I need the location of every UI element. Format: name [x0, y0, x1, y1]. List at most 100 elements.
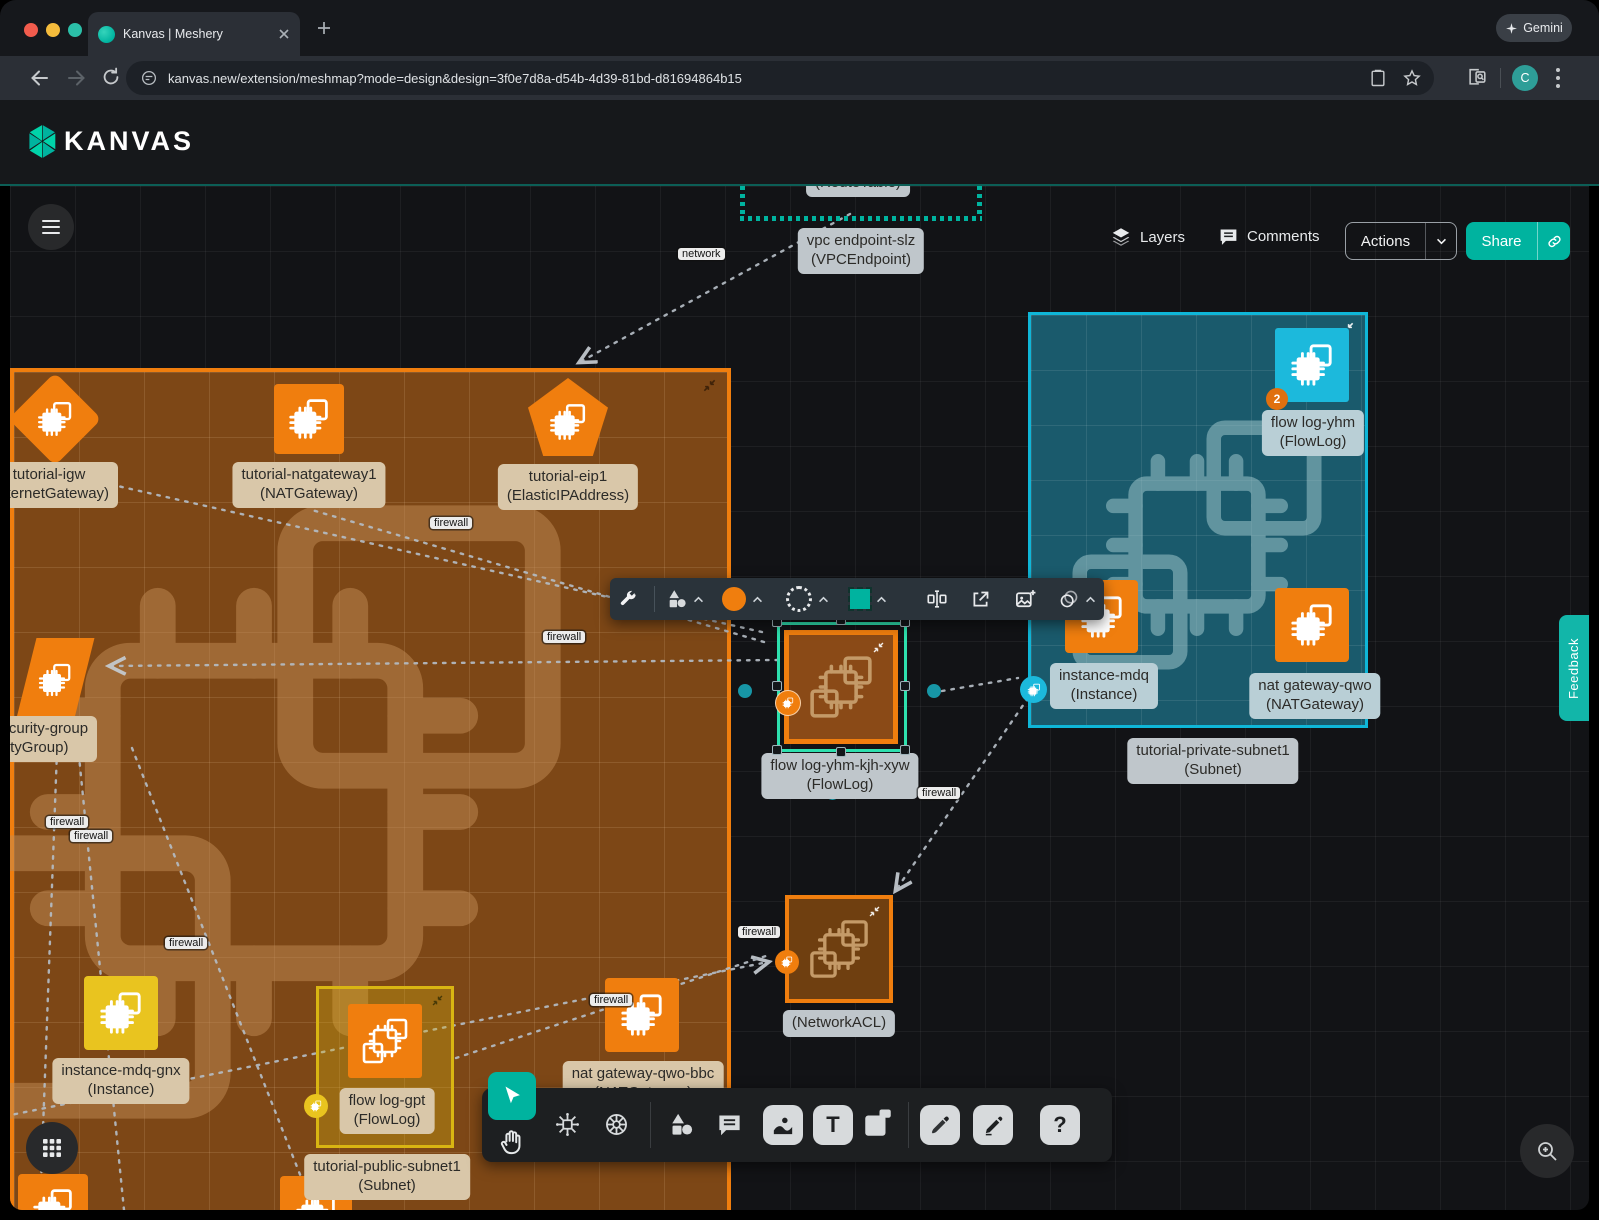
flowlog-gpt-badge-icon[interactable] — [304, 1094, 328, 1118]
help-button[interactable]: ? — [1040, 1105, 1080, 1145]
node-flowlog-selected[interactable] — [784, 630, 898, 744]
node-flowlog-gpt[interactable] — [348, 1004, 422, 1078]
canvas-menu-button[interactable] — [28, 204, 74, 250]
save-clipboard-icon[interactable] — [1368, 68, 1388, 88]
media-tool-button[interactable] — [763, 1105, 803, 1145]
node-label-instance-gnx[interactable]: instance-mdq-gnx(Instance) — [52, 1058, 189, 1104]
zoom-search-button[interactable] — [1520, 1124, 1574, 1178]
node-label-flowlog-gpt[interactable]: flow log-gpt(FlowLog) — [340, 1088, 435, 1134]
node-nat-gateway-1[interactable] — [274, 384, 344, 454]
pen-tool-button[interactable] — [920, 1105, 960, 1145]
rename-node-button[interactable] — [926, 578, 948, 620]
networkacl-badge-icon[interactable] — [775, 950, 799, 974]
add-image-button[interactable] — [1014, 578, 1037, 620]
node-label-natgateway-qwo[interactable]: nat gateway-qwo(NATGateway) — [1249, 673, 1380, 719]
design-canvas[interactable]: (RouteTable) vpc endpoint-slz(VPCEndpoin… — [10, 186, 1589, 1210]
edge-port-dot[interactable] — [927, 684, 941, 698]
sticky-note-tool-button[interactable] — [860, 1105, 900, 1145]
edge-label-firewall: firewall — [590, 994, 632, 1006]
tab-search-icon[interactable] — [1466, 66, 1488, 88]
tab-close-icon[interactable] — [278, 28, 290, 40]
dashed-circle-icon — [786, 586, 812, 612]
resize-handle[interactable] — [900, 745, 910, 755]
node-context-toolbar — [610, 578, 1104, 620]
bookmark-star-icon[interactable] — [1402, 68, 1422, 88]
node-label-routetable[interactable]: (RouteTable) — [806, 186, 910, 197]
gemini-button[interactable]: Gemini — [1496, 14, 1572, 42]
copy-link-button[interactable] — [1538, 233, 1570, 250]
tab-title: Kanvas | Meshery — [123, 27, 270, 41]
actions-button[interactable]: Actions — [1345, 222, 1457, 260]
comments-button[interactable]: Comments — [1218, 226, 1320, 247]
ellipse-stack-icon — [1058, 588, 1080, 610]
resize-handle[interactable] — [900, 681, 910, 691]
node-label-natgateway1[interactable]: tutorial-natgateway1(NATGateway) — [232, 462, 385, 508]
node-label-instance-mdq[interactable]: instance-mdq(Instance) — [1050, 663, 1158, 709]
resize-handle[interactable] — [772, 681, 782, 691]
window-close-button[interactable] — [24, 23, 38, 37]
node-label-private-subnet[interactable]: tutorial-private-subnet1(Subnet) — [1127, 738, 1298, 784]
share-button[interactable]: Share — [1466, 222, 1570, 260]
address-bar[interactable]: kanvas.new/extension/meshmap?mode=design… — [126, 61, 1434, 95]
node-partial-bottom-1[interactable] — [18, 1174, 88, 1210]
button-divider — [1425, 223, 1426, 259]
edge-port-dot[interactable] — [738, 684, 752, 698]
shapes-tool-button[interactable] — [666, 578, 704, 620]
kanvas-wordmark: KANVAS — [64, 126, 194, 157]
edge-label-firewall: firewall — [430, 517, 472, 529]
open-details-button[interactable] — [970, 578, 991, 620]
text-tool-button[interactable]: T — [813, 1105, 853, 1145]
node-label-network-acl[interactable]: (NetworkACL) — [783, 1010, 895, 1037]
site-settings-icon[interactable] — [140, 69, 158, 87]
select-tool-button[interactable] — [488, 1072, 536, 1120]
configure-wrench-button[interactable] — [618, 578, 638, 620]
shapes-tool-icon[interactable] — [668, 1111, 695, 1138]
fill-color-button[interactable] — [722, 578, 763, 620]
node-instance-gnx[interactable] — [84, 976, 158, 1050]
new-tab-button[interactable] — [316, 20, 332, 36]
node-label-public-subnet[interactable]: tutorial-public-subnet1(Subnet) — [304, 1154, 470, 1200]
kanvas-logo[interactable] — [24, 122, 60, 162]
collapse-node-icon[interactable] — [872, 641, 885, 654]
kubernetes-tool-icon[interactable] — [603, 1111, 630, 1138]
node-label-eip1[interactable]: tutorial-eip1(ElasticIPAddress) — [498, 464, 638, 510]
browser-profile-avatar[interactable]: C — [1512, 65, 1538, 91]
window-zoom-button[interactable] — [68, 23, 82, 37]
node-label-flowlog-yhm[interactable]: flow log-yhm(FlowLog) — [1262, 410, 1364, 456]
reload-button[interactable] — [100, 66, 122, 88]
node-label-security-group[interactable]: tutorial-security-group(SecurityGroup) — [10, 716, 97, 762]
window-minimize-button[interactable] — [46, 23, 60, 37]
chip-icon — [36, 400, 74, 438]
node-natgateway-qwo[interactable] — [1275, 588, 1349, 662]
highlighter-tool-button[interactable] — [973, 1105, 1013, 1145]
apps-grid-button[interactable] — [26, 1122, 78, 1174]
node-label-vpc-endpoint[interactable]: vpc endpoint-slz(VPCEndpoint) — [798, 228, 924, 274]
comment-icon — [1218, 226, 1239, 247]
pan-hand-tool-icon[interactable] — [498, 1128, 526, 1156]
shape-swatch-button[interactable] — [850, 578, 887, 620]
border-style-button[interactable] — [786, 578, 829, 620]
feedback-tab[interactable]: Feedback — [1559, 615, 1589, 721]
forward-button[interactable] — [64, 66, 88, 90]
layers-button[interactable]: Layers — [1110, 226, 1185, 248]
node-flowlog-yhm[interactable] — [1275, 328, 1349, 402]
wrench-icon — [618, 589, 638, 609]
resize-handle[interactable] — [836, 747, 846, 757]
node-label-igw[interactable]: tutorial-igw(InternetGateway) — [10, 462, 118, 508]
meshmap-components-tool-icon[interactable] — [554, 1111, 581, 1138]
collapse-node-icon[interactable] — [431, 994, 444, 1007]
node-natgateway-bbc[interactable] — [605, 978, 679, 1052]
node-label-flowlog-selected[interactable]: flow log-yhm-kjh-xyw(FlowLog) — [761, 753, 918, 799]
toolbar-divider — [908, 1102, 909, 1148]
resize-handle[interactable] — [772, 745, 782, 755]
browser-tab[interactable]: Kanvas | Meshery — [88, 12, 300, 56]
group-shape-button[interactable] — [1058, 578, 1096, 620]
node-network-acl[interactable] — [785, 895, 893, 1003]
flowlog-badge-icon[interactable] — [775, 690, 801, 716]
browser-menu-icon[interactable] — [1556, 68, 1560, 88]
collapse-node-icon[interactable] — [868, 905, 881, 918]
subnet-edge-badge-icon[interactable] — [1020, 676, 1047, 703]
actions-dropdown-button[interactable] — [1426, 238, 1456, 245]
back-button[interactable] — [28, 66, 52, 90]
comment-tool-icon[interactable] — [716, 1111, 743, 1138]
